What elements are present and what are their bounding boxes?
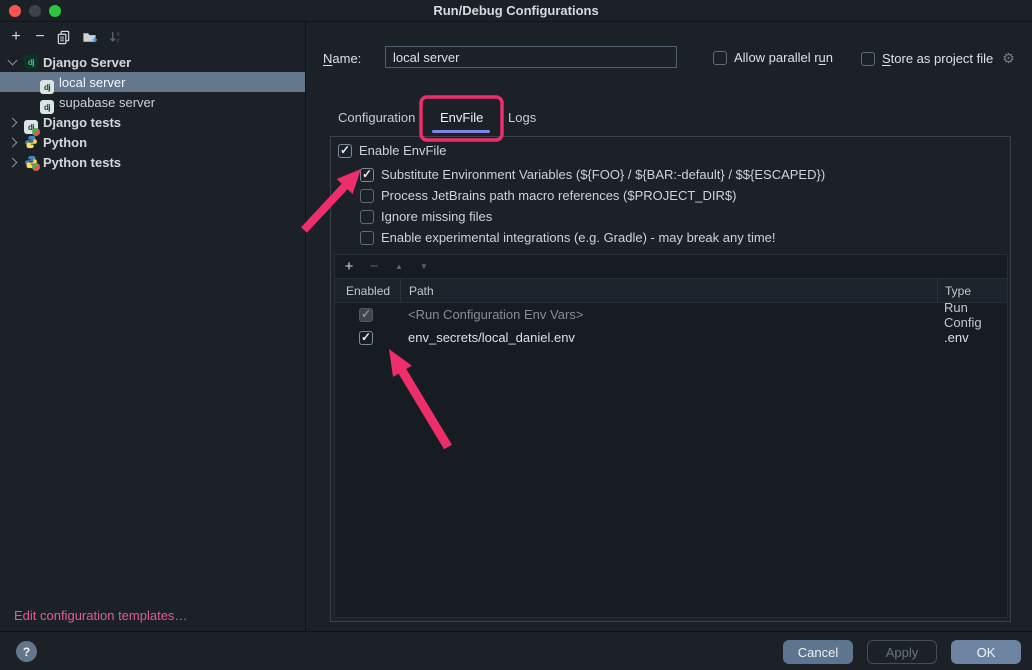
configuration-tree: dj Django Server dj local server dj supa… <box>0 52 305 172</box>
django-icon: dj <box>24 55 38 69</box>
plus-icon: + <box>11 29 20 45</box>
configurations-sidebar: + − a z dj Django Server dj local server <box>0 22 306 631</box>
sort-configurations-button[interactable]: a z <box>106 28 124 46</box>
copy-icon <box>56 30 71 45</box>
new-folder-icon <box>82 30 97 45</box>
substitute-env-variables-checkbox[interactable]: Substitute Environment Variables (${FOO}… <box>360 167 825 182</box>
env-table-header: Enabled Path Type <box>335 279 1007 303</box>
tree-item-python[interactable]: Python <box>0 132 305 152</box>
remove-env-file-button[interactable]: − <box>366 258 382 275</box>
add-configuration-button[interactable]: + <box>7 28 25 46</box>
column-header-enabled[interactable]: Enabled <box>335 279 400 302</box>
dialog-footer: ? Cancel Apply OK <box>0 631 1032 670</box>
tree-item-django-server[interactable]: dj Django Server <box>0 52 305 72</box>
checkbox-icon[interactable] <box>360 210 374 224</box>
svg-text:z: z <box>116 38 119 44</box>
python-tests-icon <box>24 155 38 169</box>
active-tab-underline <box>432 130 490 133</box>
name-input[interactable] <box>385 46 677 68</box>
remove-configuration-button[interactable]: − <box>31 28 49 46</box>
django-file-icon: dj <box>40 100 54 114</box>
tab-logs[interactable]: Logs <box>508 110 536 125</box>
envfile-tab-panel: Enable EnvFile Substitute Environment Va… <box>330 136 1011 622</box>
table-row[interactable]: env_secrets/local_daniel.env .env <box>335 326 1007 349</box>
chevron-down-icon[interactable] <box>8 56 18 66</box>
move-up-button[interactable]: ▲ <box>391 262 407 271</box>
copy-configuration-button[interactable] <box>54 28 72 46</box>
allow-parallel-run-checkbox[interactable]: Allow parallel run <box>713 50 833 65</box>
svg-text:a: a <box>116 31 120 37</box>
chevron-right-icon[interactable] <box>8 117 18 127</box>
column-header-path[interactable]: Path <box>400 279 937 302</box>
django-tests-icon: dj <box>24 120 38 134</box>
window-title: Run/Debug Configurations <box>0 3 1032 18</box>
new-folder-button[interactable] <box>80 28 98 46</box>
sort-az-icon: a z <box>108 30 123 45</box>
apply-button[interactable]: Apply <box>867 640 937 664</box>
chevron-right-icon[interactable] <box>8 157 18 167</box>
ignore-missing-files-checkbox[interactable]: Ignore missing files <box>360 209 492 224</box>
checkbox-icon[interactable] <box>861 52 875 66</box>
env-table-toolbar: + − ▲ ▼ <box>335 255 1007 279</box>
tab-envfile[interactable]: EnvFile <box>440 110 483 125</box>
tree-item-django-tests[interactable]: dj Django tests <box>0 112 305 132</box>
process-path-macro-checkbox[interactable]: Process JetBrains path macro references … <box>360 188 736 203</box>
checkbox-icon[interactable] <box>360 189 374 203</box>
minus-icon: − <box>35 29 44 45</box>
add-env-file-button[interactable]: + <box>341 258 357 275</box>
table-row[interactable]: <Run Configuration Env Vars> Run Config <box>335 303 1007 326</box>
checkbox-checked-disabled-icon <box>359 308 373 322</box>
enable-envfile-checkbox[interactable]: Enable EnvFile <box>338 143 446 158</box>
title-bar: Run/Debug Configurations <box>0 0 1032 22</box>
test-overlay-icon <box>32 163 40 171</box>
checkbox-icon[interactable] <box>713 51 727 65</box>
edit-configuration-templates-link[interactable]: Edit configuration templates… <box>14 608 187 623</box>
cancel-button[interactable]: Cancel <box>783 640 853 664</box>
store-as-project-file-checkbox[interactable]: Store as project file ⚙ <box>861 50 1015 67</box>
gear-icon[interactable]: ⚙ <box>1002 50 1015 67</box>
tab-configuration[interactable]: Configuration <box>338 110 415 125</box>
help-button[interactable]: ? <box>16 641 37 662</box>
env-files-table: + − ▲ ▼ Enabled Path Type <Run Configura… <box>334 254 1008 618</box>
experimental-integrations-checkbox[interactable]: Enable experimental integrations (e.g. G… <box>360 230 776 245</box>
name-label: Name: <box>323 51 361 66</box>
move-down-button[interactable]: ▼ <box>416 262 432 271</box>
tree-item-local-server[interactable]: dj local server <box>0 72 305 92</box>
chevron-right-icon[interactable] <box>8 137 18 147</box>
django-file-icon: dj <box>40 80 54 94</box>
tree-item-supabase-server[interactable]: dj supabase server <box>0 92 305 112</box>
checkbox-checked-icon[interactable] <box>338 144 352 158</box>
tree-item-python-tests[interactable]: Python tests <box>0 152 305 172</box>
python-icon <box>24 135 38 149</box>
checkbox-checked-icon[interactable] <box>359 331 373 345</box>
ok-button[interactable]: OK <box>951 640 1021 664</box>
checkbox-checked-icon[interactable] <box>360 168 374 182</box>
checkbox-icon[interactable] <box>360 231 374 245</box>
